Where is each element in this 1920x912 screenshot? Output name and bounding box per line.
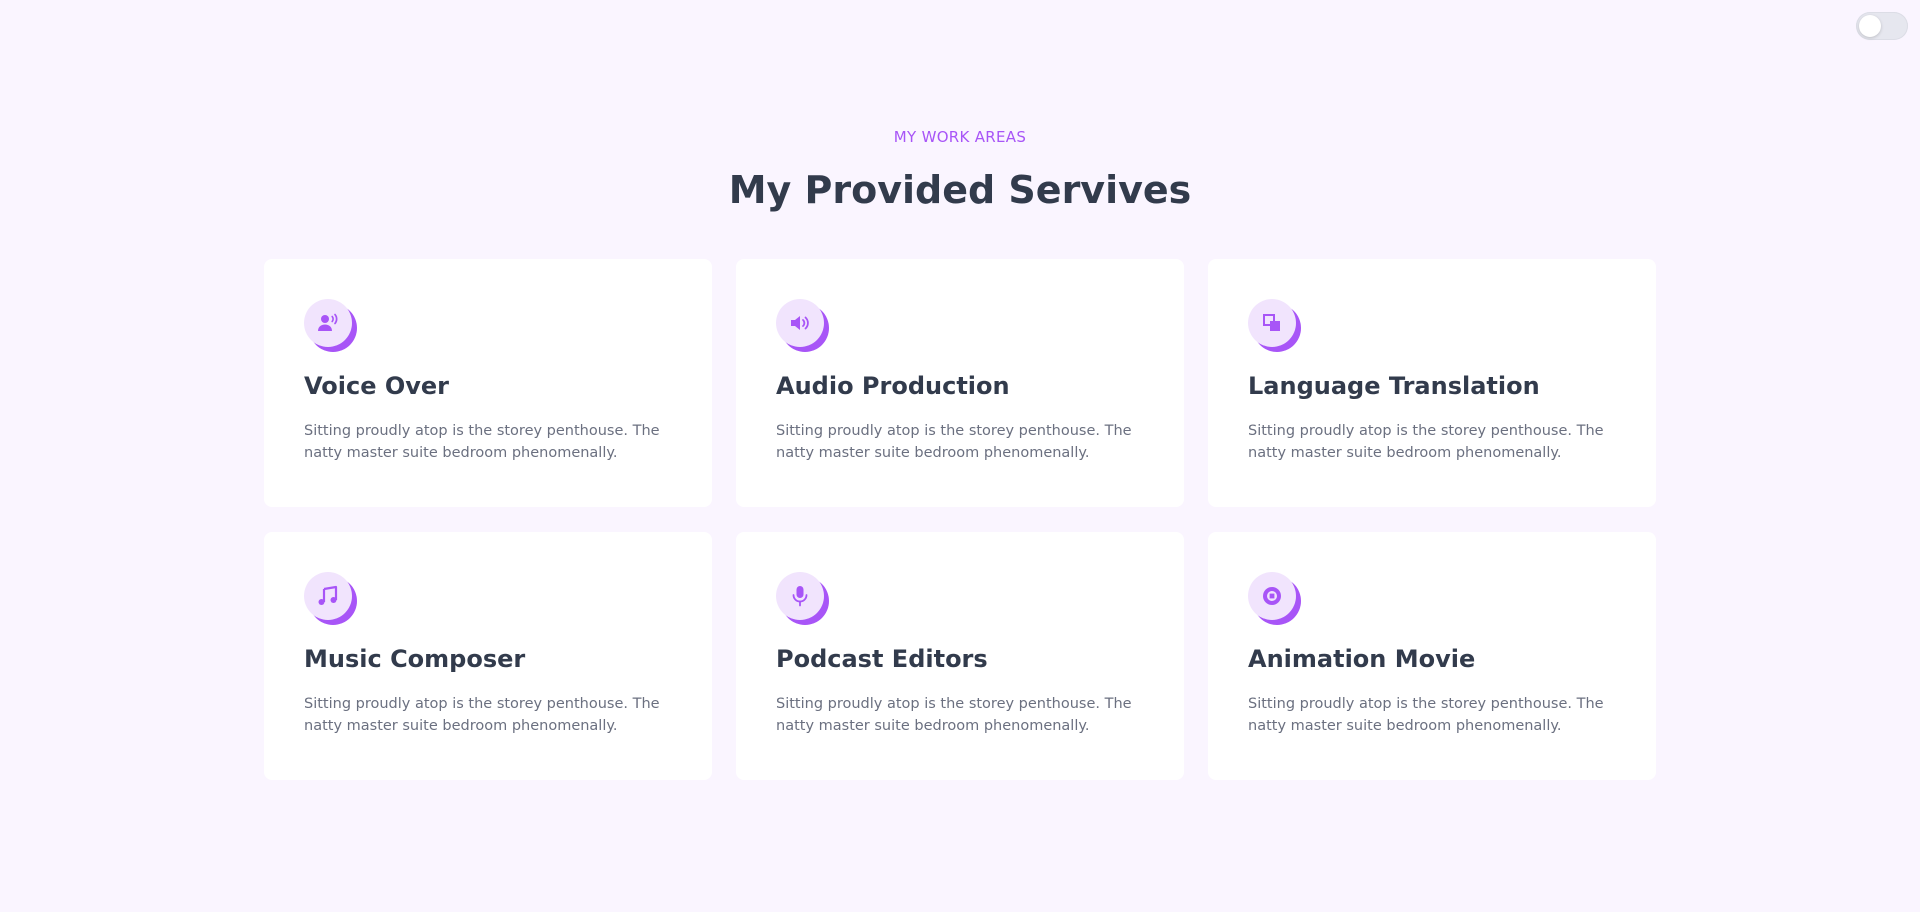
service-title: Music Composer xyxy=(304,645,526,673)
service-card-animation-movie: Animation Movie Sitting proudly atop is … xyxy=(1208,532,1656,780)
service-description: Sitting proudly atop is the storey penth… xyxy=(1248,696,1604,734)
services-grid: Voice Over Sitting proudly atop is the s… xyxy=(264,259,1656,780)
music-note-icon xyxy=(304,572,360,628)
language-icon xyxy=(1248,299,1304,355)
toggle-knob xyxy=(1859,15,1881,37)
voice-over-icon xyxy=(304,299,360,355)
section-title: My Provided Servives xyxy=(728,168,1192,212)
theme-toggle[interactable] xyxy=(1856,12,1908,40)
service-description: Sitting proudly atop is the storey penth… xyxy=(304,423,660,461)
service-title: Audio Production xyxy=(776,372,1010,400)
service-card-podcast-editors: Podcast Editors Sitting proudly atop is … xyxy=(736,532,1184,780)
microphone-icon xyxy=(776,572,832,628)
service-card-audio-production: Audio Production Sitting proudly atop is… xyxy=(736,259,1184,507)
service-card-music-composer: Music Composer Sitting proudly atop is t… xyxy=(264,532,712,780)
service-card-voice-over: Voice Over Sitting proudly atop is the s… xyxy=(264,259,712,507)
section-kicker: MY WORK AREAS xyxy=(893,128,1027,146)
service-description: Sitting proudly atop is the storey penth… xyxy=(776,423,1132,461)
service-description: Sitting proudly atop is the storey penth… xyxy=(776,696,1132,734)
service-description: Sitting proudly atop is the storey penth… xyxy=(304,696,660,734)
service-title: Animation Movie xyxy=(1248,645,1476,673)
service-title: Voice Over xyxy=(304,372,449,400)
speaker-icon xyxy=(776,299,832,355)
disc-icon xyxy=(1248,572,1304,628)
service-title: Language Translation xyxy=(1248,372,1540,400)
service-description: Sitting proudly atop is the storey penth… xyxy=(1248,423,1604,461)
service-title: Podcast Editors xyxy=(776,645,988,673)
service-card-language-translation: Language Translation Sitting proudly ato… xyxy=(1208,259,1656,507)
